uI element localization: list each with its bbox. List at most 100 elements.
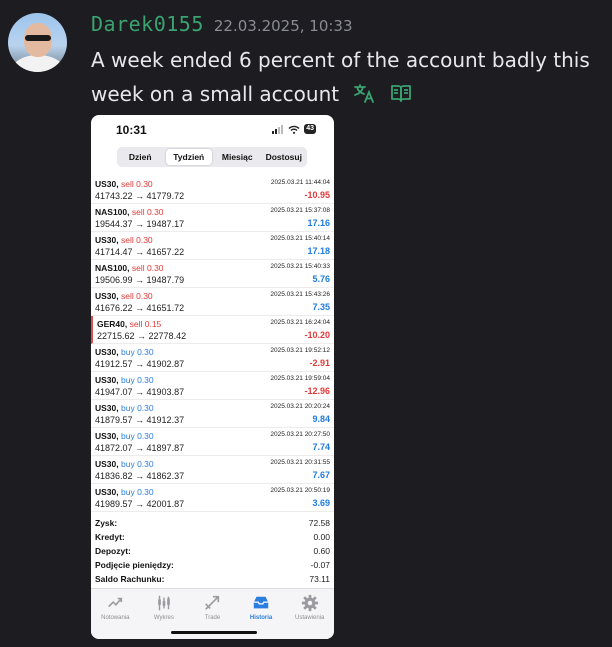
trade-side: buy 0.30 <box>121 459 154 469</box>
tab-miesiac[interactable]: Miesiąc <box>214 147 261 167</box>
trade-row[interactable]: US30, buy 0.30 41912.57 → 41902.87 2025.03… <box>91 344 334 372</box>
translate-icon[interactable] <box>353 79 375 113</box>
trade-side: buy 0.30 <box>121 347 154 357</box>
trade-side: sell 0.30 <box>121 179 153 189</box>
trade-profit: 7.67 <box>312 470 330 480</box>
user-avatar[interactable] <box>8 13 67 72</box>
trade-profit: -12.96 <box>304 386 330 396</box>
trade-side: buy 0.30 <box>121 403 154 413</box>
trade-icon <box>205 595 220 610</box>
trade-profit: 17.18 <box>307 246 330 256</box>
trade-profit: 17.16 <box>307 218 330 228</box>
symbol-name: US30, <box>95 291 119 301</box>
book-icon[interactable] <box>390 79 412 113</box>
symbol-name: NAS100, <box>95 207 130 217</box>
symbol-name: US30, <box>95 459 119 469</box>
trade-profit: 7.35 <box>312 302 330 312</box>
trade-row[interactable]: US30, sell 0.30 41743.22 → 41779.72 2025.0… <box>91 176 334 204</box>
trade-profit: 9.84 <box>312 414 330 424</box>
summary-value: 72.58 <box>308 518 330 528</box>
trade-symbol: US30, buy 0.30 <box>95 431 154 441</box>
trade-profit: -2.91 <box>309 358 330 368</box>
username[interactable]: Darek0155 <box>91 12 204 36</box>
tabbar-label: Notowania <box>101 615 130 621</box>
screenshot-attachment[interactable]: 10:31 43 Dzień Tydzień Miesiąc Dostosuj … <box>91 115 334 639</box>
trade-row[interactable]: NAS100, sell 0.30 19506.99 → 19487.79 2025… <box>91 260 334 288</box>
trade-profit: -10.20 <box>304 330 330 340</box>
trade-symbol: US30, buy 0.30 <box>95 347 154 357</box>
trade-prices: 41989.57 → 42001.87 <box>95 499 185 509</box>
trade-time: 2025.03.21 15:37:08 <box>270 207 330 214</box>
trade-row[interactable]: US30, sell 0.30 41714.47 → 41657.22 2025.0… <box>91 232 334 260</box>
message-header: Darek0155 22.03.2025, 10:33 <box>91 12 353 36</box>
trade-prices: 41714.47 → 41657.22 <box>95 247 185 257</box>
trade-time: 2025.03.21 20:31:55 <box>270 459 330 466</box>
symbol-name: US30, <box>95 235 119 245</box>
trade-profit: 5.76 <box>312 274 330 284</box>
tab-tydzien[interactable]: Tydzień <box>165 149 212 165</box>
trade-time: 2025.03.21 20:50:19 <box>270 487 330 494</box>
summary-row: Depozyt: 0.60 <box>91 544 334 558</box>
trade-row[interactable]: US30, buy 0.30 41879.57 → 41912.37 2025.03… <box>91 400 334 428</box>
message-timestamp: 22.03.2025, 10:33 <box>213 17 353 35</box>
trade-prices: 41743.22 → 41779.72 <box>95 191 185 201</box>
history-icon <box>253 596 269 609</box>
trade-time: 2025.03.21 15:43:26 <box>270 291 330 298</box>
trade-prices: 22715.62 → 22778.42 <box>97 331 187 341</box>
trade-row[interactable]: US30, buy 0.30 41836.82 → 41862.37 2025.03… <box>91 456 334 484</box>
trade-side: buy 0.30 <box>121 487 154 497</box>
tabbar-label: Ustawienia <box>294 615 325 621</box>
trade-prices: 19506.99 → 19487.79 <box>95 275 185 285</box>
trade-row[interactable]: US30, buy 0.30 41872.07 → 41897.87 2025.03… <box>91 428 334 456</box>
account-summary: Zysk: 72.58 Kredyt: 0.00 Depozyt: 0.60 Podjęci… <box>91 516 334 586</box>
symbol-name: US30, <box>95 375 119 385</box>
trade-symbol: US30, buy 0.30 <box>95 375 154 385</box>
symbol-name: GER40, <box>97 319 128 329</box>
trade-profit: -10.95 <box>304 190 330 200</box>
trade-symbol: GER40, sell 0.15 <box>97 319 161 329</box>
status-icons: 43 <box>272 124 316 134</box>
trade-prices: 41872.07 → 41897.87 <box>95 443 185 453</box>
trade-prices: 41836.82 → 41862.37 <box>95 471 185 481</box>
summary-value: 0.00 <box>313 532 330 542</box>
trade-prices: 41676.22 → 41651.72 <box>95 303 185 313</box>
trade-row[interactable]: NAS100, sell 0.30 19544.37 → 19487.17 2025… <box>91 204 334 232</box>
trade-side: sell 0.15 <box>129 319 162 329</box>
trade-time: 2025.03.21 15:40:14 <box>270 235 330 242</box>
trade-symbol: US30, sell 0.30 <box>95 291 153 301</box>
trade-prices: 41879.57 → 41912.37 <box>95 415 185 425</box>
tab-dzien[interactable]: Dzień <box>117 147 164 167</box>
message-body: A week ended 6 percent of the account ba… <box>91 48 590 106</box>
tabbar-notowania[interactable]: Notowania <box>91 589 140 639</box>
trade-side: buy 0.30 <box>121 431 154 441</box>
trade-row[interactable]: US30, buy 0.30 41989.57 → 42001.87 2025.03… <box>91 484 334 512</box>
trade-symbol: US30, buy 0.30 <box>95 487 154 497</box>
trade-symbol: NAS100, sell 0.30 <box>95 207 164 217</box>
summary-row: Saldo Rachunku: 73.11 <box>91 572 334 586</box>
status-bar: 10:31 43 <box>91 115 334 143</box>
status-clock: 10:31 <box>116 123 147 137</box>
trade-side: sell 0.30 <box>121 291 153 301</box>
trade-list: US30, sell 0.30 41743.22 → 41779.72 2025.0… <box>91 176 334 512</box>
tabbar-ustawienia[interactable]: Ustawienia <box>285 589 334 639</box>
summary-label: Depozyt: <box>95 546 131 556</box>
tab-dostosuj[interactable]: Dostosuj <box>261 147 308 167</box>
quotes-icon <box>108 597 123 608</box>
battery-icon: 43 <box>304 124 316 134</box>
summary-row: Zysk: 72.58 <box>91 516 334 530</box>
trade-symbol: NAS100, sell 0.30 <box>95 263 164 273</box>
trade-time: 2025.03.21 16:24:04 <box>270 319 330 326</box>
trade-profit: 7.74 <box>312 442 330 452</box>
symbol-name: US30, <box>95 403 119 413</box>
trade-symbol: US30, sell 0.30 <box>95 235 153 245</box>
tabbar-label: Trade <box>204 615 221 621</box>
summary-row: Podjęcie pieniędzy: -0.07 <box>91 558 334 572</box>
chart-icon <box>158 595 170 611</box>
avatar-shirt <box>12 55 64 72</box>
trade-row[interactable]: US30, sell 0.30 41676.22 → 41651.72 2025.0… <box>91 288 334 316</box>
trade-side: sell 0.30 <box>131 207 164 217</box>
trade-row[interactable]: GER40, sell 0.15 22715.62 → 22778.42 2025.… <box>91 316 334 344</box>
trade-row[interactable]: US30, buy 0.30 41947.07 → 41903.87 2025.03… <box>91 372 334 400</box>
trade-prices: 41947.07 → 41903.87 <box>95 387 185 397</box>
period-tabs: Dzień Tydzień Miesiąc Dostosuj <box>117 147 307 167</box>
